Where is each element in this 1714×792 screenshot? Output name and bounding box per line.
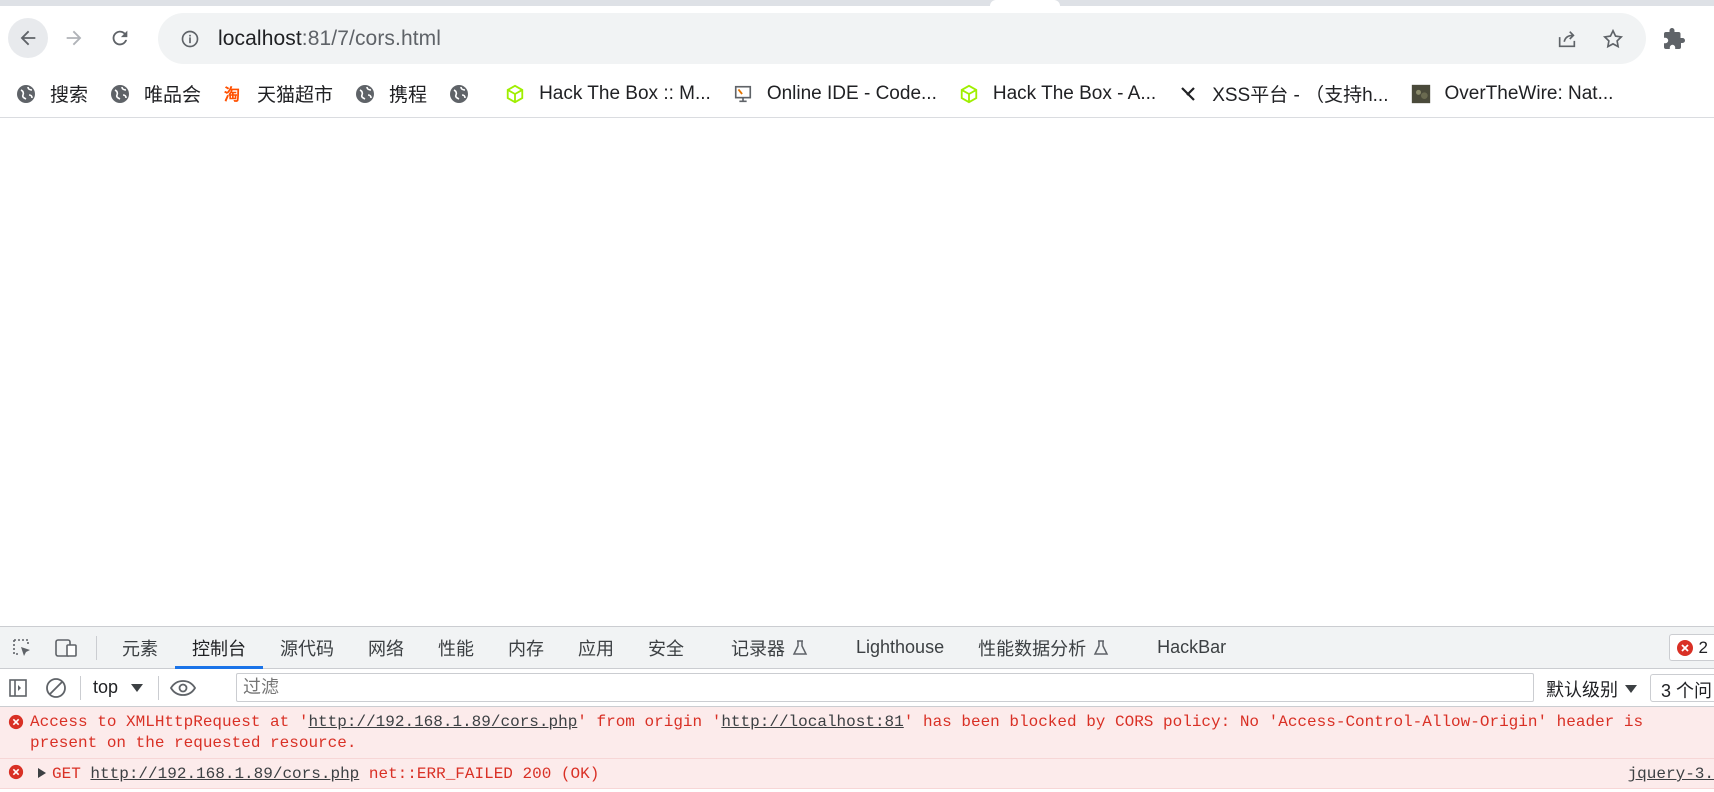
request-url-link[interactable]: http://192.168.1.89/cors.php — [308, 713, 577, 731]
expand-triangle-icon[interactable] — [38, 768, 46, 778]
sidebar-toggle-button[interactable] — [0, 667, 36, 709]
back-button[interactable] — [8, 18, 48, 58]
origin-link[interactable]: http://localhost:81 — [721, 713, 903, 731]
bookmark-7[interactable]: Online IDE - Code... — [733, 83, 937, 105]
reload-icon — [112, 30, 128, 46]
url-text[interactable]: localhost:81/7/cors.html — [218, 27, 1556, 51]
monitor-icon — [733, 84, 753, 104]
arrow-right-icon — [66, 30, 82, 46]
clear-console-button[interactable] — [36, 667, 76, 709]
dropdown-arrow-icon — [131, 683, 144, 692]
xss-icon — [1178, 84, 1198, 104]
bookmark-5[interactable] — [449, 84, 483, 104]
bookmark-4[interactable]: 携程 — [355, 80, 427, 107]
tab-recorder[interactable]: 记录器 — [714, 627, 839, 669]
tab-lighthouse[interactable]: Lighthouse — [839, 627, 961, 669]
console-toolbar: top 默认级别 3 个问 — [0, 669, 1714, 707]
flask-icon — [792, 639, 808, 655]
page-content — [0, 118, 1714, 626]
error-icon — [1676, 639, 1693, 656]
error-icon — [8, 764, 24, 780]
tab-console[interactable]: 控制台 — [175, 627, 263, 669]
divider — [158, 675, 160, 700]
tab-network[interactable]: 网络 — [351, 627, 421, 669]
console-error-message: Access to XMLHttpRequest at 'http://192.… — [0, 707, 1714, 759]
context-selector[interactable]: top — [85, 677, 152, 698]
svg-text:淘: 淘 — [224, 85, 240, 104]
bookmarks-bar: 搜索 唯品会 淘 天猫超市 携程 Hack The Box :: M... On… — [0, 70, 1714, 118]
request-url-link[interactable]: http://192.168.1.89/cors.php — [90, 765, 359, 783]
error-icon — [8, 714, 24, 730]
bookmark-2[interactable]: 唯品会 — [110, 80, 201, 107]
browser-toolbar: localhost:81/7/cors.html — [0, 6, 1714, 70]
inspect-element-button[interactable] — [0, 627, 44, 669]
tab-security[interactable]: 安全 — [631, 627, 714, 669]
log-levels-dropdown[interactable]: 默认级别 — [1546, 676, 1638, 702]
hackthebox-icon — [505, 84, 525, 104]
share-icon[interactable] — [1556, 28, 1578, 50]
star-icon[interactable] — [1602, 28, 1624, 50]
forward-button[interactable] — [54, 18, 94, 58]
tab-elements[interactable]: 元素 — [105, 627, 175, 669]
devtools-tab-bar: 元素 控制台 源代码 网络 性能 内存 应用 安全 记录器 Lighthouse… — [0, 627, 1714, 669]
globe-icon — [449, 84, 469, 104]
tab-performance[interactable]: 性能 — [421, 627, 491, 669]
divider — [80, 675, 81, 700]
tab-memory[interactable]: 内存 — [491, 627, 561, 669]
tab-sources[interactable]: 源代码 — [263, 627, 351, 669]
error-count-badge[interactable]: 2 — [1668, 634, 1714, 661]
device-icon — [55, 638, 77, 657]
extensions-puzzle-icon[interactable] — [1662, 27, 1686, 51]
devtools-panel: 元素 控制台 源代码 网络 性能 内存 应用 安全 记录器 Lighthouse… — [0, 626, 1714, 792]
arrow-left-icon — [20, 30, 36, 46]
hackthebox-icon — [959, 84, 979, 104]
globe-icon — [16, 84, 36, 104]
bookmark-10[interactable]: OverTheWire: Nat... — [1411, 83, 1613, 105]
tab-performance-insights[interactable]: 性能数据分析 — [961, 627, 1140, 669]
bookmark-3[interactable]: 淘 天猫超市 — [223, 80, 333, 107]
eye-icon — [170, 679, 197, 696]
overthewire-icon — [1411, 84, 1431, 104]
reload-button[interactable] — [100, 18, 140, 58]
tab-hackbar[interactable]: HackBar — [1140, 627, 1243, 669]
console-filter-input[interactable] — [236, 673, 1534, 702]
live-expression-button[interactable] — [165, 667, 201, 709]
device-toolbar-button[interactable] — [44, 627, 88, 669]
console-network-error[interactable]: GET http://192.168.1.89/cors.php net::ER… — [0, 759, 1714, 789]
sidebar-icon — [9, 678, 27, 697]
bookmark-9[interactable]: XSS平台 - （支持h... — [1178, 80, 1389, 107]
address-bar[interactable]: localhost:81/7/cors.html — [158, 13, 1646, 64]
clear-icon — [46, 677, 66, 698]
source-file-link[interactable]: jquery-3. — [1628, 764, 1714, 785]
flask-icon — [1093, 639, 1109, 655]
inspect-icon — [13, 638, 30, 656]
issues-button[interactable]: 3 个问 — [1650, 674, 1714, 702]
globe-icon — [355, 84, 375, 104]
divider — [96, 635, 97, 660]
globe-icon — [110, 84, 130, 104]
bookmark-8[interactable]: Hack The Box - A... — [959, 83, 1156, 105]
bookmark-1[interactable]: 搜索 — [16, 80, 88, 107]
taobao-icon: 淘 — [223, 84, 243, 104]
tab-application[interactable]: 应用 — [561, 627, 631, 669]
info-icon[interactable] — [180, 29, 200, 49]
bookmark-6[interactable]: Hack The Box :: M... — [505, 83, 711, 105]
dropdown-arrow-icon — [1625, 685, 1637, 693]
